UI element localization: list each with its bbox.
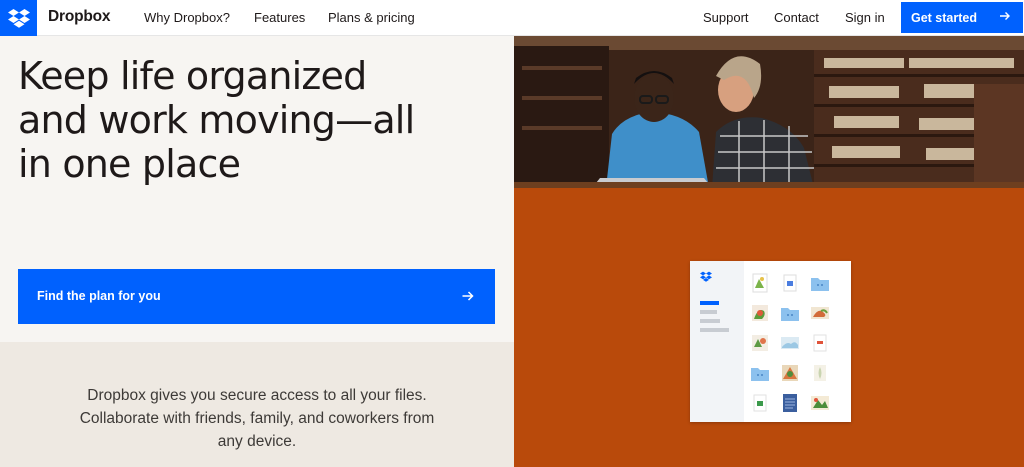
hero-description: Dropbox gives you secure access to all y… (20, 384, 494, 453)
document-icon (753, 394, 767, 412)
get-started-button[interactable]: Get started (901, 2, 1023, 33)
dropbox-logo-icon (700, 271, 712, 282)
headline-line: and work moving—all (18, 98, 415, 142)
description-section: Dropbox gives you secure access to all y… (0, 342, 514, 467)
nav-why-dropbox[interactable]: Why Dropbox? (144, 10, 230, 25)
description-line: Dropbox gives you secure access to all y… (87, 387, 427, 404)
sidebar-line (700, 310, 717, 314)
image-thumbnail-icon (752, 305, 768, 321)
sidebar-line (700, 319, 720, 323)
sidebar-line (700, 301, 719, 305)
sidebar-line (700, 328, 729, 332)
image-thumbnail-icon (814, 365, 826, 381)
folder-icon (781, 308, 799, 321)
description-line: any device. (217, 433, 297, 450)
document-icon (783, 274, 797, 292)
arrow-right-icon (1000, 12, 1010, 20)
top-navigation: Dropbox Why Dropbox? Features Plans & pr… (0, 0, 1024, 36)
image-thumbnail-icon (781, 337, 799, 349)
folder-icon (751, 368, 769, 381)
hero-section: Keep life organized and work moving—all … (0, 36, 514, 342)
nav-plans-pricing[interactable]: Plans & pricing (328, 10, 415, 25)
brand-name[interactable]: Dropbox (48, 8, 111, 26)
description-line: Collaborate with friends, family, and co… (79, 410, 435, 427)
find-plan-button[interactable]: Find the plan for you (18, 269, 495, 324)
folder-icon (811, 278, 829, 291)
app-preview-window (690, 261, 851, 422)
image-thumbnail-icon (752, 273, 768, 293)
headline-line: Keep life organized (18, 54, 367, 98)
arrow-right-icon (462, 291, 474, 301)
document-icon (813, 334, 827, 352)
nav-contact[interactable]: Contact (774, 10, 819, 25)
document-icon (783, 394, 797, 412)
image-thumbnail-icon (752, 335, 768, 351)
find-plan-label: Find the plan for you (37, 289, 161, 303)
headline-line: in one place (18, 142, 241, 186)
nav-support[interactable]: Support (703, 10, 749, 25)
image-thumbnail-icon (811, 307, 829, 319)
product-illustration-panel (514, 188, 1024, 467)
image-thumbnail-icon (811, 396, 829, 410)
file-grid (750, 270, 846, 418)
app-preview-sidebar (690, 261, 744, 422)
nav-sign-in[interactable]: Sign in (845, 10, 885, 25)
get-started-label: Get started (911, 10, 977, 25)
image-thumbnail-icon (782, 365, 798, 381)
hero-headline: Keep life organized and work moving—all … (18, 54, 508, 186)
dropbox-logo-icon[interactable] (0, 0, 37, 36)
hero-photo (514, 36, 1024, 188)
nav-features[interactable]: Features (254, 10, 305, 25)
